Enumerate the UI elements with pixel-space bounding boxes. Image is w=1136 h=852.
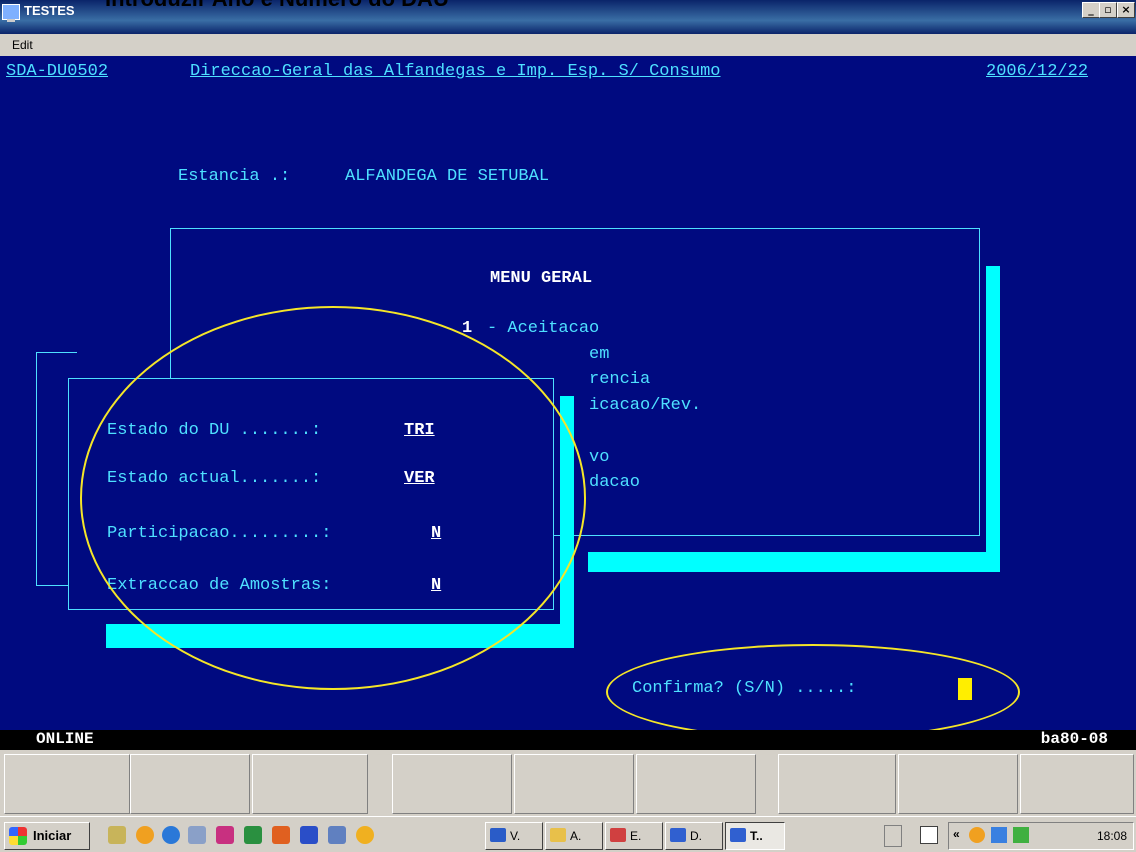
menu-fragment: icacao/Rev. <box>589 396 702 415</box>
media-player-icon[interactable] <box>356 826 374 844</box>
access-icon[interactable] <box>216 826 234 844</box>
function-key[interactable] <box>514 754 634 814</box>
taskbar-item-t-active[interactable]: T.. <box>725 822 785 850</box>
taskbar-clock[interactable]: 18:08 <box>1097 829 1127 843</box>
taskbar-item-e[interactable]: E. <box>605 822 663 850</box>
status-line: ONLINE ba80-08 <box>0 730 1136 750</box>
menu-title: MENU GERAL <box>490 269 593 288</box>
function-key[interactable] <box>392 754 512 814</box>
windows-taskbar: Iniciar V. A. E. D. T.. « 18:08 <box>0 816 1136 852</box>
window-title: TESTES <box>24 3 75 18</box>
terminal-icon <box>670 828 686 842</box>
taskbar-item-d[interactable]: D. <box>665 822 723 850</box>
tray-language-icon[interactable] <box>1013 827 1029 843</box>
menu-frame-shadow-right <box>986 266 1000 572</box>
highlight-ellipse-confirm <box>606 644 1020 730</box>
taskbar-item-label: A. <box>570 829 582 843</box>
function-key-bar <box>0 750 1136 816</box>
taskbar-item-label: E. <box>630 829 642 843</box>
excel-icon[interactable] <box>244 826 262 844</box>
minimize-button[interactable]: _ <box>1082 2 1100 18</box>
menu-fragment: rencia <box>589 370 651 389</box>
header-date: 2006/12/22 <box>986 62 1089 81</box>
taskbar-item-label: V. <box>510 829 521 843</box>
estancia-label: Estancia .: <box>178 167 291 186</box>
network-icon[interactable] <box>188 826 206 844</box>
function-key[interactable] <box>1020 754 1134 814</box>
tray-expand-icon[interactable]: « <box>953 827 960 841</box>
folder-icon <box>550 828 566 842</box>
start-button[interactable]: Iniciar <box>4 822 90 850</box>
function-key[interactable] <box>130 754 250 814</box>
highlight-ellipse-fields <box>80 306 586 690</box>
system-tray: « 18:08 <box>948 822 1134 850</box>
word-doc-icon <box>490 828 506 842</box>
restore-button[interactable]: ▫ <box>1099 2 1117 18</box>
terminal-icon <box>730 828 746 842</box>
menu-fragment: dacao <box>589 473 641 492</box>
menu-edit[interactable]: Edit <box>12 38 33 52</box>
taskbar-item-label: D. <box>690 829 702 843</box>
taskbar-item-label: T.. <box>750 829 763 843</box>
function-key[interactable] <box>4 754 130 814</box>
status-online: ONLINE <box>36 730 94 748</box>
close-button[interactable]: × <box>1117 2 1135 18</box>
app-icon <box>610 828 626 842</box>
status-terminal-id: ba80-08 <box>1040 730 1108 748</box>
word-icon[interactable] <box>300 826 318 844</box>
menu-fragment: em <box>589 345 610 364</box>
taskbar-scroll-control[interactable] <box>884 825 902 847</box>
outlook-icon[interactable] <box>272 826 290 844</box>
help-icon[interactable] <box>920 826 938 844</box>
taskbar-item-a[interactable]: A. <box>545 822 603 850</box>
estancia-value: ALFANDEGA DE SETUBAL <box>345 167 550 186</box>
notepad-icon[interactable] <box>108 826 126 844</box>
clock-icon[interactable] <box>136 826 154 844</box>
header-title: Direccao-Geral das Alfandegas e Imp. Esp… <box>190 62 721 81</box>
terminal-screen[interactable]: SDA-DU0502 Direccao-Geral das Alfandegas… <box>0 56 1136 730</box>
taskbar-item-v[interactable]: V. <box>485 822 543 850</box>
windows-logo-icon <box>9 827 27 845</box>
tray-network-icon[interactable] <box>991 827 1007 843</box>
tray-clock-icon[interactable] <box>969 827 985 843</box>
menu-frame-shadow-bottom <box>588 552 1000 572</box>
start-label: Iniciar <box>33 828 72 843</box>
function-key[interactable] <box>898 754 1018 814</box>
internet-explorer-icon[interactable] <box>162 826 180 844</box>
menu-fragment: vo <box>589 448 610 467</box>
menu-item-text[interactable]: - Aceitacao <box>487 319 599 338</box>
menu-bar: Edit <box>0 34 1136 57</box>
function-key[interactable] <box>636 754 756 814</box>
function-key[interactable] <box>252 754 368 814</box>
settings-icon[interactable] <box>328 826 346 844</box>
function-key[interactable] <box>778 754 896 814</box>
overlay-heading: Introduzir Ano e Número do DAU <box>105 0 449 12</box>
program-id: SDA-DU0502 <box>6 62 109 81</box>
terminal-app-icon <box>2 4 20 22</box>
